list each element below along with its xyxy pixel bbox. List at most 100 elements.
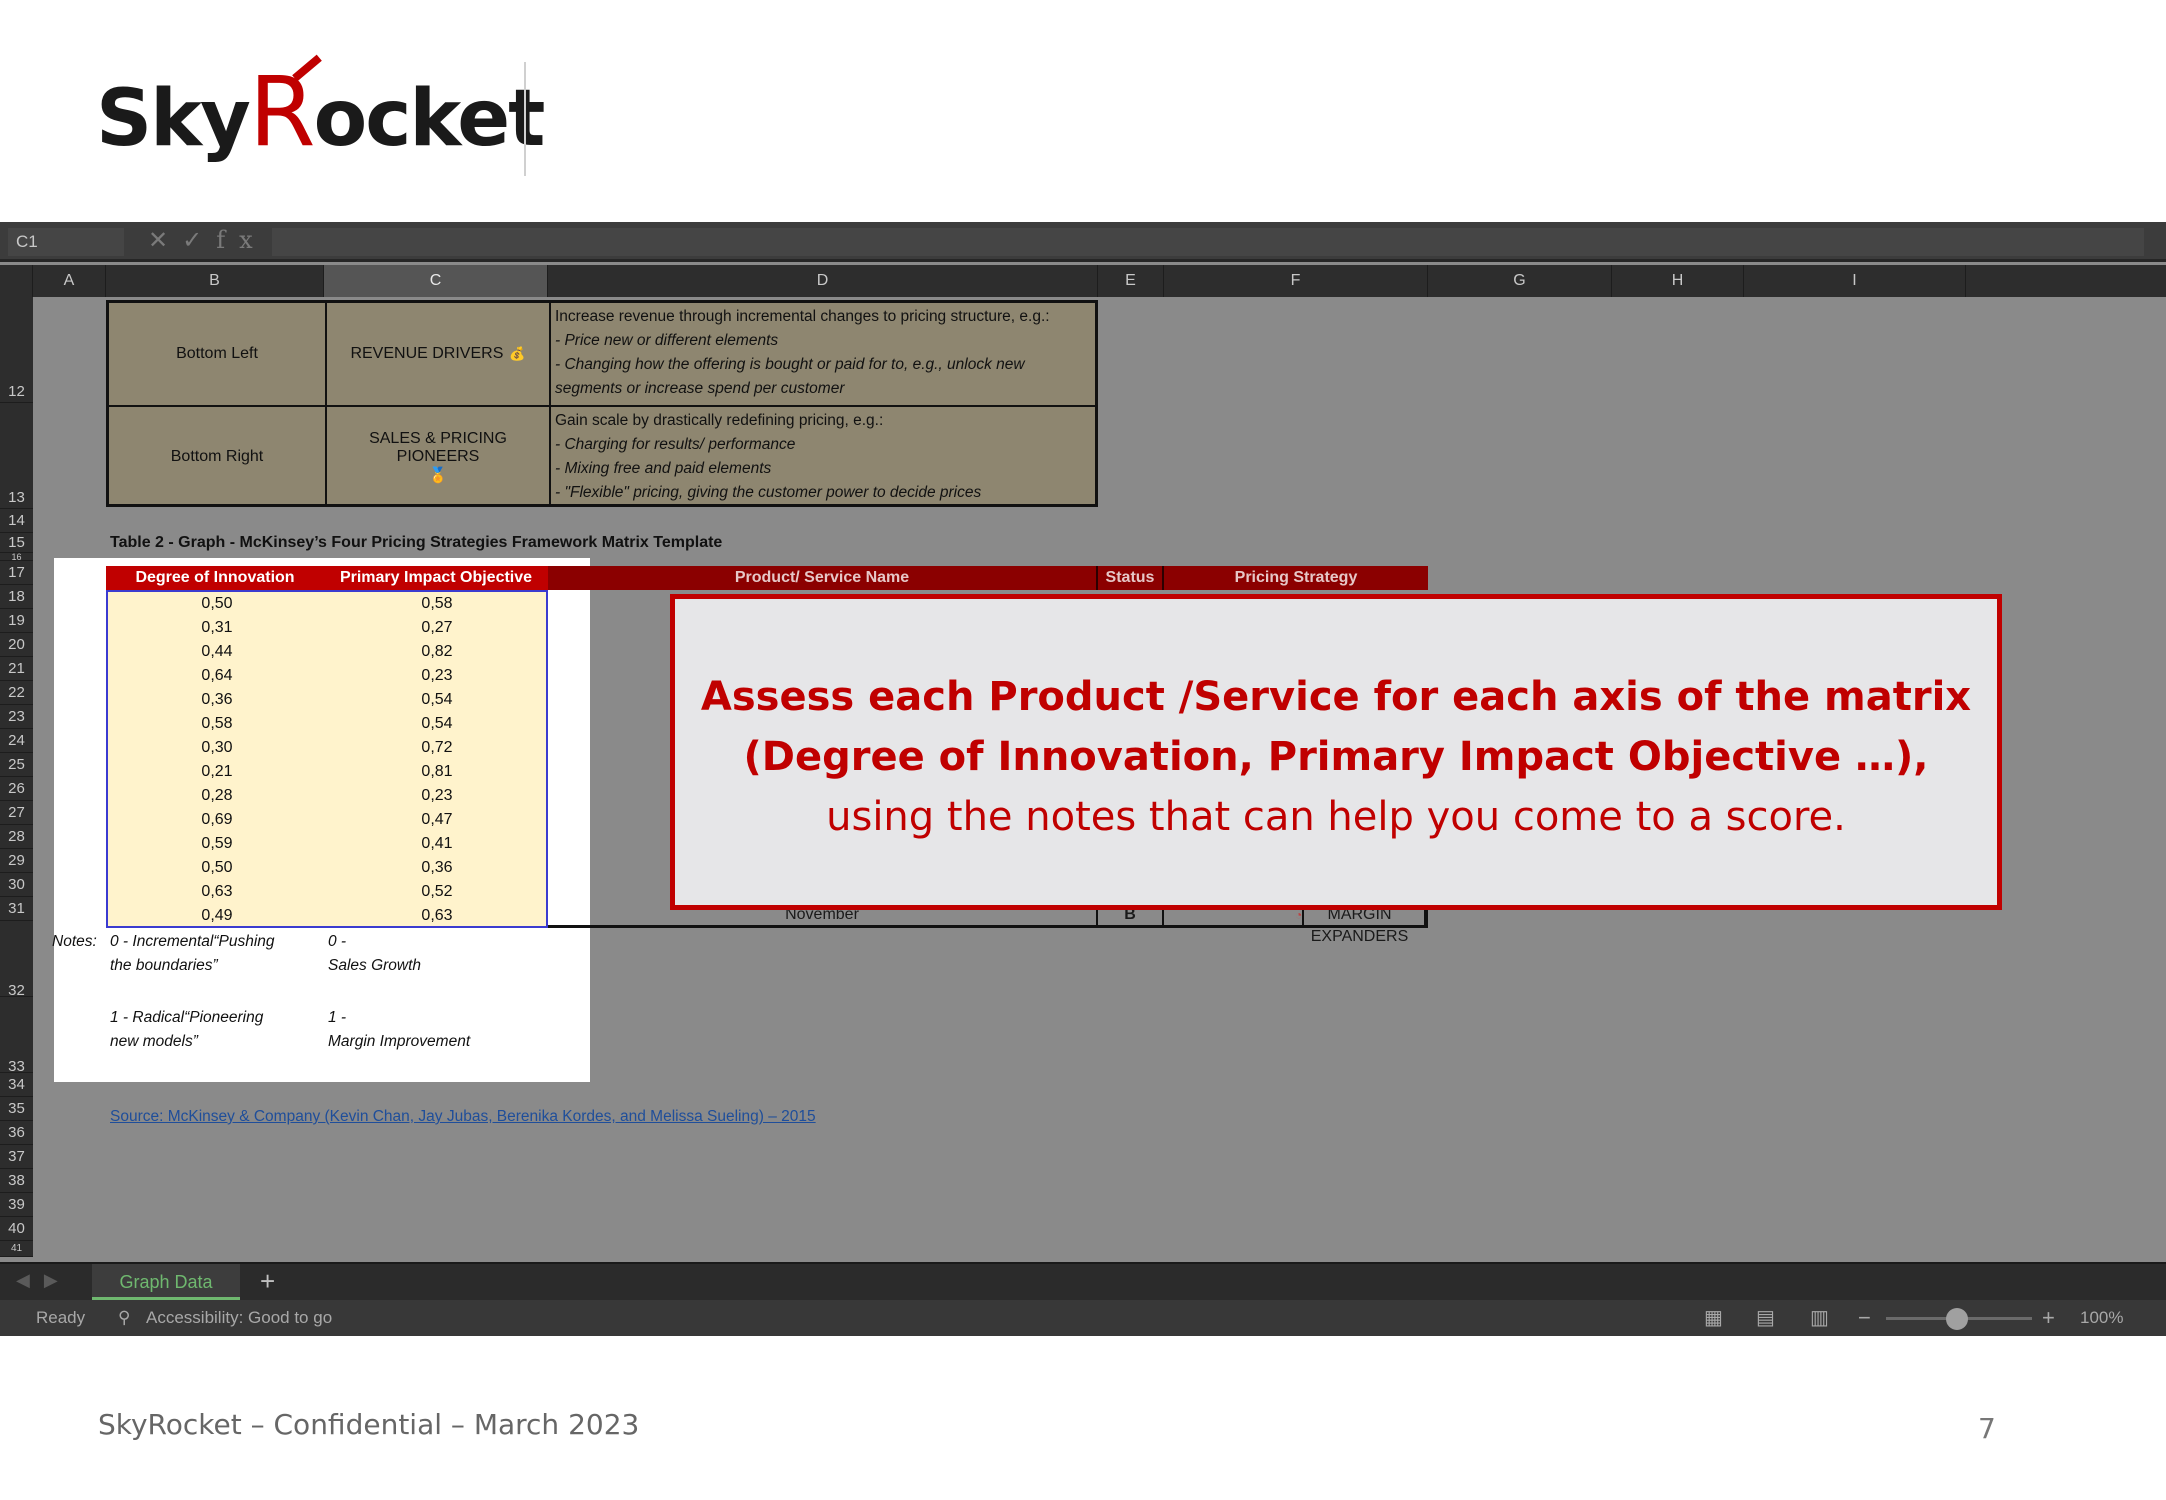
row-header[interactable]: 30 <box>0 873 33 897</box>
function-icon[interactable]: fx <box>216 226 266 254</box>
source-link[interactable]: Source: McKinsey & Company (Kevin Chan, … <box>110 1108 816 1126</box>
impact-score[interactable]: 0,23 <box>326 664 548 688</box>
impact-score[interactable]: 0,54 <box>326 688 548 712</box>
innovation-score[interactable]: 0,28 <box>108 784 326 808</box>
innovation-score[interactable]: 0,58 <box>108 712 326 736</box>
row-header[interactable]: 23 <box>0 705 33 729</box>
row-header[interactable]: 14 <box>0 509 33 533</box>
row-header[interactable]: 13 <box>0 403 33 509</box>
select-all-corner[interactable] <box>0 265 33 297</box>
row-header[interactable]: 39 <box>0 1193 33 1217</box>
innovation-score[interactable]: 0,50 <box>108 592 326 616</box>
row-header[interactable]: 16 <box>0 553 33 562</box>
position-cell[interactable]: Bottom Left <box>109 303 327 405</box>
prev-sheet-icon[interactable]: ◀ <box>16 1270 44 1290</box>
strategy-description[interactable]: Gain scale by drastically redefining pri… <box>551 407 1095 507</box>
row-header[interactable]: 31 <box>0 897 33 921</box>
impact-score[interactable]: 0,58 <box>326 592 548 616</box>
row-header[interactable]: 28 <box>0 825 33 849</box>
note-innovation-0[interactable]: 0 - Incremental“Pushing the boundaries” <box>110 930 275 978</box>
impact-score[interactable]: 0,27 <box>326 616 548 640</box>
row-header[interactable]: 20 <box>0 633 33 657</box>
impact-score[interactable]: 0,23 <box>326 784 548 808</box>
row-header[interactable]: 22 <box>0 681 33 705</box>
row-header[interactable]: 15 <box>0 533 33 553</box>
row-header[interactable]: 35 <box>0 1097 33 1121</box>
header-degree-of-innovation[interactable]: Degree of Innovation <box>106 566 324 590</box>
accessibility-status[interactable]: Accessibility: Good to go <box>146 1300 332 1336</box>
row-header[interactable]: 38 <box>0 1169 33 1193</box>
row-header[interactable]: 24 <box>0 729 33 753</box>
innovation-score[interactable]: 0,31 <box>108 616 326 640</box>
innovation-score[interactable]: 0,63 <box>108 880 326 904</box>
confirm-icon[interactable]: ✓ <box>182 226 216 254</box>
note-impact-1[interactable]: 1 - Margin Improvement <box>328 1006 470 1054</box>
add-sheet-icon[interactable]: + <box>260 1266 275 1297</box>
column-header[interactable]: B <box>106 265 324 297</box>
header-status[interactable]: Status <box>1098 566 1164 590</box>
innovation-score[interactable]: 0,69 <box>108 808 326 832</box>
name-box[interactable]: C1 <box>8 228 124 256</box>
column-header[interactable]: I <box>1744 265 1966 297</box>
row-header[interactable]: 40 <box>0 1217 33 1241</box>
column-header[interactable]: E <box>1098 265 1164 297</box>
impact-score[interactable]: 0,81 <box>326 760 548 784</box>
strategy-description[interactable]: Increase revenue through incremental cha… <box>551 303 1095 403</box>
row-header[interactable]: 41 <box>0 1241 33 1257</box>
row-header[interactable]: 21 <box>0 657 33 681</box>
innovation-score[interactable]: 0,49 <box>108 904 326 928</box>
row-header[interactable]: 33 <box>0 997 33 1075</box>
row-header[interactable]: 34 <box>0 1073 33 1097</box>
notes-label[interactable]: Notes: <box>52 930 97 954</box>
zoom-out-icon[interactable]: − <box>1858 1300 1871 1336</box>
column-header[interactable]: G <box>1428 265 1612 297</box>
header-product-name[interactable]: Product/ Service Name <box>548 566 1098 590</box>
note-innovation-1[interactable]: 1 - Radical“Pioneering new models” <box>110 1006 263 1054</box>
cancel-icon[interactable]: ✕ <box>148 226 182 254</box>
column-header[interactable]: F <box>1164 265 1428 297</box>
row-header[interactable]: 37 <box>0 1145 33 1169</box>
sheet-tab-graph-data[interactable]: Graph Data <box>92 1264 240 1300</box>
row-header[interactable]: 29 <box>0 849 33 873</box>
next-sheet-icon[interactable]: ▶ <box>44 1270 72 1290</box>
row-header[interactable]: 17 <box>0 561 33 585</box>
row-header[interactable]: 32 <box>0 921 33 999</box>
row-header[interactable]: 12 <box>0 297 33 403</box>
impact-score[interactable]: 0,47 <box>326 808 548 832</box>
table-caption[interactable]: Table 2 - Graph - McKinsey’s Four Pricin… <box>110 534 722 552</box>
formula-input[interactable] <box>272 228 2144 256</box>
position-cell[interactable]: Bottom Right <box>109 407 327 507</box>
column-header-selected[interactable]: C <box>324 265 548 297</box>
impact-score[interactable]: 0,72 <box>326 736 548 760</box>
impact-score[interactable]: 0,52 <box>326 880 548 904</box>
column-header[interactable]: H <box>1612 265 1744 297</box>
column-header[interactable]: D <box>548 265 1098 297</box>
row-header[interactable]: 27 <box>0 801 33 825</box>
innovation-score[interactable]: 0,64 <box>108 664 326 688</box>
row-header[interactable]: 36 <box>0 1121 33 1145</box>
strategy-name-cell[interactable]: SALES & PRICING PIONEERS 🏅 <box>327 407 551 507</box>
impact-score[interactable]: 0,41 <box>326 832 548 856</box>
innovation-score[interactable]: 0,21 <box>108 760 326 784</box>
header-pricing-strategy[interactable]: Pricing Strategy <box>1164 566 1428 590</box>
zoom-slider-handle[interactable] <box>1946 1308 1968 1330</box>
row-header[interactable]: 18 <box>0 585 33 609</box>
impact-score[interactable]: 0,63 <box>326 904 548 928</box>
header-primary-impact-objective[interactable]: Primary Impact Objective <box>324 566 548 590</box>
zoom-in-icon[interactable]: + <box>2042 1300 2055 1336</box>
column-header[interactable]: A <box>33 265 106 297</box>
impact-score[interactable]: 0,36 <box>326 856 548 880</box>
innovation-score[interactable]: 0,59 <box>108 832 326 856</box>
note-impact-0[interactable]: 0 - Sales Growth <box>328 930 421 978</box>
normal-view-icon[interactable]: ▦ <box>1704 1300 1723 1336</box>
page-break-icon[interactable]: ▥ <box>1810 1300 1829 1336</box>
innovation-score[interactable]: 0,36 <box>108 688 326 712</box>
row-header[interactable]: 19 <box>0 609 33 633</box>
row-header[interactable]: 25 <box>0 753 33 777</box>
innovation-score[interactable]: 0,44 <box>108 640 326 664</box>
page-layout-icon[interactable]: ▤ <box>1756 1300 1775 1336</box>
zoom-level[interactable]: 100% <box>2080 1300 2123 1336</box>
impact-score[interactable]: 0,54 <box>326 712 548 736</box>
accessibility-icon[interactable]: ⚲ <box>118 1300 130 1336</box>
innovation-score[interactable]: 0,50 <box>108 856 326 880</box>
